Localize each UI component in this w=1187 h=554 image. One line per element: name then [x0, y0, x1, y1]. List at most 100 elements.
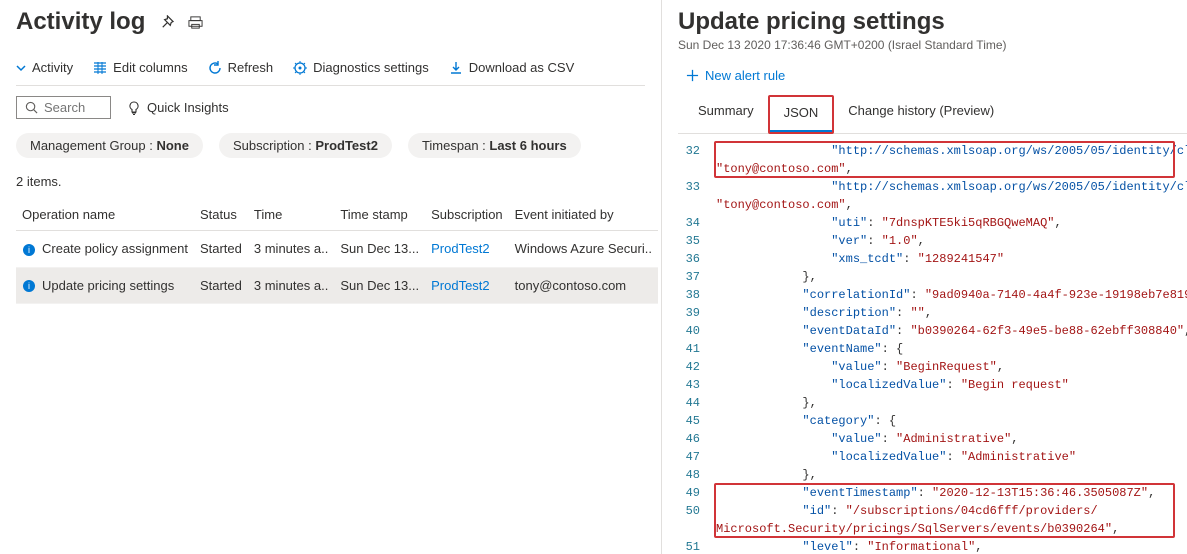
- json-line: 37 },: [678, 268, 1179, 286]
- col-time[interactable]: Time: [248, 199, 334, 231]
- info-icon: i: [22, 279, 36, 293]
- json-code: "xms_tcdt": "1289241547": [716, 250, 1179, 268]
- items-count: 2 items.: [16, 170, 645, 199]
- line-number: 48: [678, 466, 716, 484]
- json-code: "value": "Administrative",: [716, 430, 1179, 448]
- json-code: "description": "",: [716, 304, 1179, 322]
- quick-insights-button[interactable]: Quick Insights: [127, 100, 229, 115]
- new-alert-rule-button[interactable]: New alert rule: [678, 68, 1187, 83]
- json-code: "http://schemas.xmlsoap.org/ws/2005/05/i…: [716, 178, 1187, 196]
- json-code: "ver": "1.0",: [716, 232, 1179, 250]
- col-initiated-by[interactable]: Event initiated by: [509, 199, 658, 231]
- edit-columns-label: Edit columns: [113, 60, 187, 75]
- line-number: [678, 160, 716, 178]
- pill-timespan[interactable]: Timespan : Last 6 hours: [408, 133, 581, 158]
- cell-subscription[interactable]: ProdTest2: [425, 231, 509, 268]
- json-line: 44 },: [678, 394, 1179, 412]
- json-line: 36 "xms_tcdt": "1289241547": [678, 250, 1179, 268]
- json-line: 41 "eventName": {: [678, 340, 1179, 358]
- toolbar: Activity Edit columns Refresh Diagnostic…: [16, 54, 645, 86]
- search-input-wrapper[interactable]: [16, 96, 111, 119]
- json-code: "localizedValue": "Begin request": [716, 376, 1179, 394]
- json-code: "level": "Informational",: [716, 538, 1179, 554]
- svg-text:i: i: [28, 245, 30, 255]
- json-code: "eventTimestamp": "2020-12-13T15:36:46.3…: [716, 484, 1179, 502]
- line-number: 40: [678, 322, 716, 340]
- table-row[interactable]: iCreate policy assignmentStarted3 minute…: [16, 231, 658, 268]
- pin-icon[interactable]: [159, 15, 174, 30]
- pill-subscription[interactable]: Subscription : ProdTest2: [219, 133, 392, 158]
- tab-summary[interactable]: Summary: [684, 95, 768, 133]
- json-line: 39 "description": "",: [678, 304, 1179, 322]
- table-row[interactable]: iUpdate pricing settingsStarted3 minutes…: [16, 267, 658, 304]
- json-line: 47 "localizedValue": "Administrative": [678, 448, 1179, 466]
- json-line: "tony@contoso.com",: [678, 196, 1179, 214]
- download-csv-label: Download as CSV: [469, 60, 575, 75]
- line-number: 39: [678, 304, 716, 322]
- detail-timestamp: Sun Dec 13 2020 17:36:46 GMT+0200 (Israe…: [678, 38, 1187, 52]
- json-code: "eventDataId": "b0390264-62f3-49e5-be88-…: [716, 322, 1187, 340]
- json-line: "tony@contoso.com",: [678, 160, 1179, 178]
- line-number: 46: [678, 430, 716, 448]
- info-icon: i: [22, 243, 36, 257]
- line-number: [678, 520, 716, 538]
- detail-title: Update pricing settings: [678, 8, 1187, 36]
- line-number: 32: [678, 142, 716, 160]
- print-icon[interactable]: [188, 15, 203, 30]
- line-number: 38: [678, 286, 716, 304]
- json-code: Microsoft.Security/pricings/SqlServers/e…: [716, 520, 1179, 538]
- json-viewer[interactable]: 32 "http://schemas.xmlsoap.org/ws/2005/0…: [678, 134, 1187, 554]
- json-line: 45 "category": {: [678, 412, 1179, 430]
- col-timestamp[interactable]: Time stamp: [334, 199, 425, 231]
- line-number: 35: [678, 232, 716, 250]
- svg-text:i: i: [28, 281, 30, 291]
- activity-table: Operation name Status Time Time stamp Su…: [16, 199, 658, 304]
- json-code: "value": "BeginRequest",: [716, 358, 1179, 376]
- tab-json[interactable]: JSON: [770, 97, 833, 132]
- refresh-label: Refresh: [228, 60, 274, 75]
- json-line: Microsoft.Security/pricings/SqlServers/e…: [678, 520, 1179, 538]
- page-title: Activity log: [16, 8, 145, 36]
- line-number: [678, 196, 716, 214]
- diagnostics-button[interactable]: Diagnostics settings: [293, 60, 429, 75]
- col-status[interactable]: Status: [194, 199, 248, 231]
- json-line: 49 "eventTimestamp": "2020-12-13T15:36:4…: [678, 484, 1179, 502]
- cell-timestamp: Sun Dec 13...: [334, 267, 425, 304]
- refresh-button[interactable]: Refresh: [208, 60, 274, 75]
- search-input[interactable]: [44, 100, 99, 115]
- activity-label: Activity: [32, 60, 73, 75]
- line-number: 45: [678, 412, 716, 430]
- table-header-row: Operation name Status Time Time stamp Su…: [16, 199, 658, 231]
- activity-dropdown[interactable]: Activity: [16, 60, 73, 75]
- col-operation[interactable]: Operation name: [16, 199, 194, 231]
- json-code: "tony@contoso.com",: [716, 196, 1179, 214]
- cell-subscription[interactable]: ProdTest2: [425, 267, 509, 304]
- cell-operation: Create policy assignment: [42, 241, 188, 256]
- json-line: 35 "ver": "1.0",: [678, 232, 1179, 250]
- json-line: 34 "uti": "7dnspKTE5ki5qRBGQweMAQ",: [678, 214, 1179, 232]
- tab-change-history[interactable]: Change history (Preview): [834, 95, 1008, 133]
- lightbulb-icon: [127, 101, 141, 115]
- json-line: 43 "localizedValue": "Begin request": [678, 376, 1179, 394]
- json-code: "id": "/subscriptions/04cd6fff/providers…: [716, 502, 1179, 520]
- cell-operation: Update pricing settings: [42, 278, 174, 293]
- col-subscription[interactable]: Subscription: [425, 199, 509, 231]
- cell-initiated-by: Windows Azure Securi..: [509, 231, 658, 268]
- line-number: 34: [678, 214, 716, 232]
- line-number: 33: [678, 178, 716, 196]
- line-number: 37: [678, 268, 716, 286]
- cell-status: Started: [194, 231, 248, 268]
- edit-columns-button[interactable]: Edit columns: [93, 60, 187, 75]
- download-csv-button[interactable]: Download as CSV: [449, 60, 575, 75]
- pill-management-group[interactable]: Management Group : None: [16, 133, 203, 158]
- line-number: 41: [678, 340, 716, 358]
- json-code: "correlationId": "9ad0940a-7140-4a4f-923…: [716, 286, 1187, 304]
- quick-insights-label: Quick Insights: [147, 100, 229, 115]
- json-line: 33 "http://schemas.xmlsoap.org/ws/2005/0…: [678, 178, 1179, 196]
- json-line: 32 "http://schemas.xmlsoap.org/ws/2005/0…: [678, 142, 1179, 160]
- detail-tabs: Summary JSON Change history (Preview): [678, 95, 1187, 134]
- filter-pills: Management Group : None Subscription : P…: [16, 129, 645, 170]
- json-code: "localizedValue": "Administrative": [716, 448, 1179, 466]
- json-line: 40 "eventDataId": "b0390264-62f3-49e5-be…: [678, 322, 1179, 340]
- cell-status: Started: [194, 267, 248, 304]
